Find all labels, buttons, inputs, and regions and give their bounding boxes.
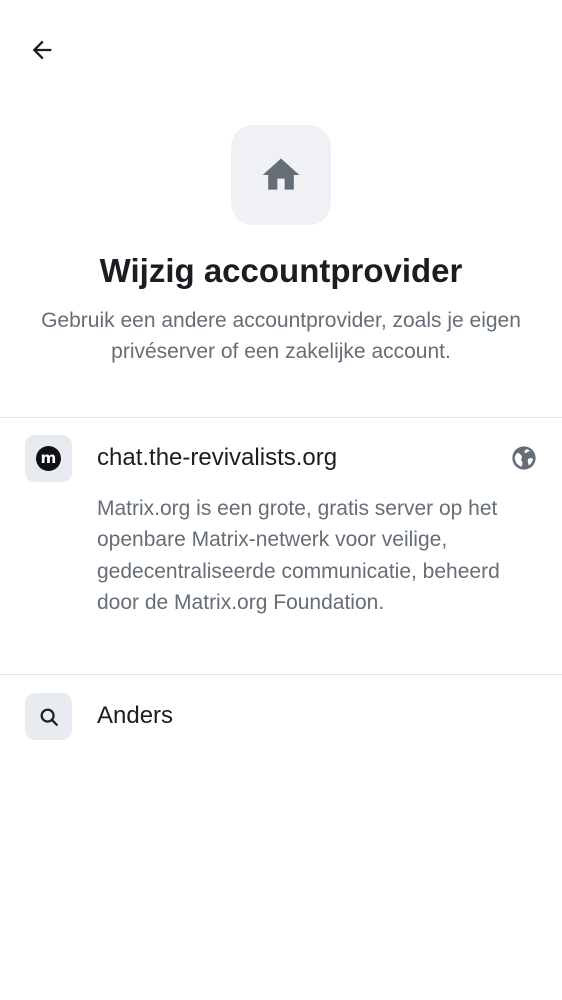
- provider-description: Matrix.org is een grote, gratis server o…: [97, 497, 500, 614]
- arrow-left-icon: [32, 40, 52, 60]
- home-icon: [262, 158, 300, 190]
- page-title: Wijzig accountprovider: [99, 252, 463, 289]
- provider-name: chat.the-revivalists.org: [97, 444, 338, 471]
- globe-icon: [512, 446, 536, 470]
- hero-icon-tile: [231, 125, 331, 225]
- provider-item[interactable]: m chat.the-revivalists.org Matrix.org is…: [0, 418, 562, 674]
- matrix-logo-icon: m: [36, 446, 61, 471]
- provider-logo-tile: m: [25, 435, 72, 482]
- other-provider-item[interactable]: Anders: [0, 676, 562, 756]
- other-icon-tile: [25, 693, 72, 740]
- change-account-provider-screen: Wijzig accountprovider Gebruik een ander…: [0, 0, 562, 1000]
- other-label: Anders: [97, 702, 174, 729]
- back-button[interactable]: [20, 28, 64, 72]
- page-subtitle: Gebruik een andere accountprovider, zoal…: [41, 309, 521, 363]
- search-icon: [40, 708, 58, 726]
- divider-middle: [0, 674, 562, 675]
